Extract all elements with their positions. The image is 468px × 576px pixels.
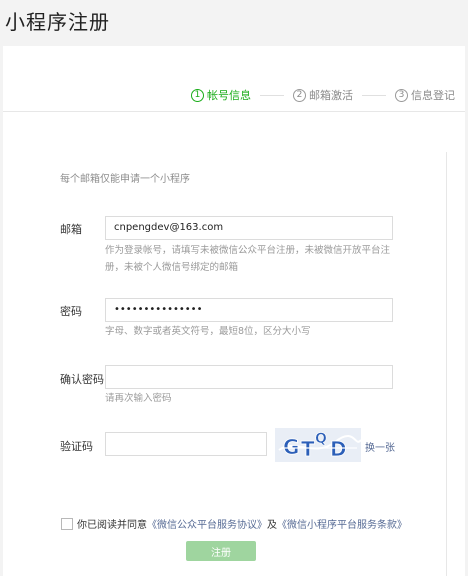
password-label: 密码 [60, 305, 82, 318]
svg-text:Q: Q [315, 431, 327, 447]
agreement-row: 你已阅读并同意 《微信公众平台服务协议》 及 《微信小程序平台服务条款》 [61, 516, 407, 531]
email-hint-line-2: 册，未被个人微信号绑定的邮箱 [105, 262, 239, 273]
step-number-1: 1 [191, 88, 204, 102]
svg-text:G: G [283, 435, 299, 459]
captcha-field[interactable] [105, 432, 267, 456]
step-label-3: 信息登记 [411, 89, 455, 102]
agreement-checkbox[interactable] [61, 517, 73, 530]
agreement-prefix: 你已阅读并同意 [77, 520, 147, 531]
email-label: 邮箱 [60, 223, 82, 236]
register-button[interactable]: 注册 [186, 541, 256, 561]
registration-card: 1 帐号信息 2 邮箱激活 3 信息登记 每个邮箱仅能申请一个小程序 邮箱 cn… [3, 46, 465, 576]
step-email-activation: 2 邮箱激活 [293, 87, 353, 103]
page-title: 小程序注册 [5, 10, 110, 34]
step-number-3: 3 [395, 88, 408, 102]
one-app-per-email-notice: 每个邮箱仅能申请一个小程序 [60, 174, 190, 185]
mini-program-terms-link[interactable]: 《微信小程序平台服务条款》 [277, 516, 407, 531]
agreement-conjunction: 及 [267, 520, 277, 531]
step-info-registration: 3 信息登记 [395, 87, 455, 103]
platform-service-agreement-link[interactable]: 《微信公众平台服务协议》 [147, 516, 267, 531]
form-right-border [446, 152, 447, 576]
email-field[interactable]: cnpengdev@163.com [105, 216, 393, 240]
svg-text:D: D [330, 437, 347, 461]
captcha-refresh-link[interactable]: 换一张 [365, 439, 395, 454]
password-hint: 字母、数字或者英文符号，最短8位，区分大小写 [105, 326, 311, 337]
step-indicator: 1 帐号信息 2 邮箱激活 3 信息登记 [191, 86, 455, 104]
captcha-label: 验证码 [60, 440, 93, 453]
step-label-1: 帐号信息 [207, 89, 251, 102]
step-label-2: 邮箱激活 [309, 89, 353, 102]
email-hint-line-1: 作为登录帐号，请填写未被微信公众平台注册，未被微信开放平台注 [105, 245, 391, 256]
confirm-password-label: 确认密码 [60, 373, 104, 386]
password-field[interactable]: ••••••••••••••• [105, 298, 393, 322]
captcha-image: G T Q D [275, 428, 362, 462]
step-number-2: 2 [293, 88, 306, 102]
confirm-password-hint: 请再次输入密码 [105, 393, 172, 404]
header-divider [3, 111, 465, 112]
step-connector [260, 94, 284, 96]
svg-text:T: T [301, 437, 315, 461]
step-connector [362, 94, 386, 96]
page-header: 小程序注册 [0, 0, 468, 46]
email-hint: 作为登录帐号，请填写未被微信公众平台注册，未被微信开放平台注 册，未被个人微信号… [105, 242, 401, 276]
confirm-password-field[interactable] [105, 365, 393, 389]
step-account-info: 1 帐号信息 [191, 87, 251, 103]
captcha-graphic: G T Q D [275, 428, 362, 462]
